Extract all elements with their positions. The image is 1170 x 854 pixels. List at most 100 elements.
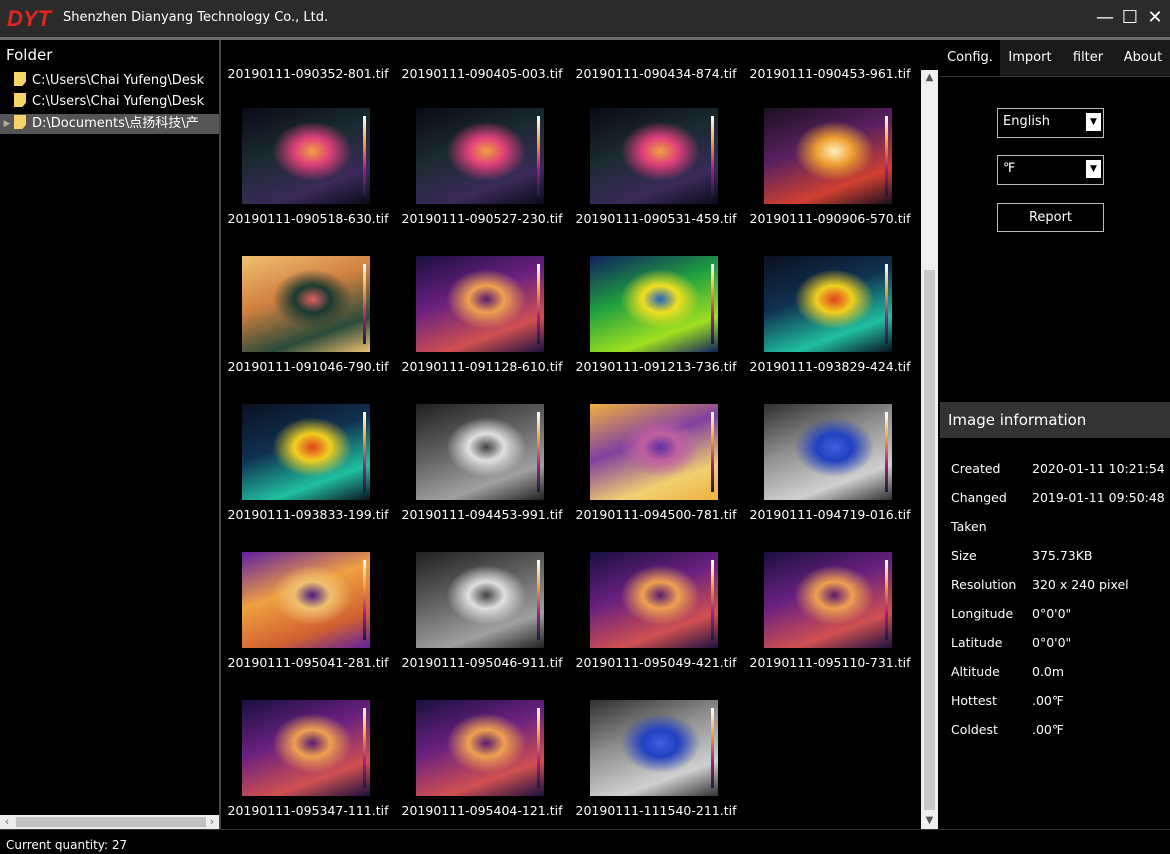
info-key: Coldest bbox=[951, 722, 998, 737]
title-bar: DYT Shenzhen Dianyang Technology Co., Lt… bbox=[0, 0, 1170, 37]
thumbnail-caption: 20190111-095110-731.tif bbox=[749, 655, 911, 670]
thermal-image-thumbnail[interactable] bbox=[242, 404, 370, 500]
thermal-image-thumbnail[interactable] bbox=[416, 404, 544, 500]
thermal-image-thumbnail[interactable] bbox=[590, 700, 718, 796]
thumbnail-caption: 20190111-091046-790.tif bbox=[227, 359, 389, 374]
thumbnail-item[interactable]: 20190111-093829-424.tif bbox=[743, 256, 917, 404]
scroll-left-icon[interactable]: ‹ bbox=[0, 815, 14, 829]
dropdown-arrow-icon[interactable]: ▼ bbox=[1086, 160, 1101, 178]
folder-tree-item[interactable]: C:\Users\Chai Yufeng\Desk bbox=[0, 71, 219, 91]
horizontal-scrollbar[interactable]: ‹ › bbox=[0, 815, 219, 829]
scrollbar-thumb[interactable] bbox=[924, 270, 935, 810]
tab-filter[interactable]: filter bbox=[1060, 40, 1116, 76]
thumbnail-caption: 20190111-091213-736.tif bbox=[575, 359, 737, 374]
thumbnail-item[interactable]: 20190111-095110-731.tif bbox=[743, 552, 917, 700]
thumbnail-item[interactable]: 20190111-093833-199.tif bbox=[221, 404, 395, 552]
thermal-image-thumbnail[interactable] bbox=[764, 108, 892, 204]
thumbnail-caption[interactable]: 20190111-090434-874.tif bbox=[569, 66, 743, 81]
thumbnail-caption: 20190111-111540-211.tif bbox=[575, 803, 737, 818]
thumbnail-item[interactable]: 20190111-091128-610.tif bbox=[395, 256, 569, 404]
thumbnail-caption: 20190111-094719-016.tif bbox=[749, 507, 911, 522]
expand-arrow-icon[interactable]: ▶ bbox=[0, 114, 14, 134]
close-icon[interactable]: ✕ bbox=[1144, 6, 1166, 30]
minimize-icon[interactable]: — bbox=[1094, 6, 1116, 30]
thumbnail-caption: 20190111-090531-459.tif bbox=[575, 211, 737, 226]
unit-value: ℉ bbox=[1003, 161, 1016, 176]
thumbnail-item[interactable]: 20190111-094500-781.tif bbox=[569, 404, 743, 552]
folder-tree-item-selected[interactable]: ▶ D:\Documents\点扬科技\产 bbox=[0, 114, 219, 134]
thermal-image-thumbnail[interactable] bbox=[416, 108, 544, 204]
thumbnail-item[interactable]: 20190111-094719-016.tif bbox=[743, 404, 917, 552]
language-select[interactable]: English ▼ bbox=[997, 108, 1104, 138]
thumbnail-item[interactable]: 20190111-090518-630.tif bbox=[221, 108, 395, 256]
thermal-image-thumbnail[interactable] bbox=[416, 256, 544, 352]
thermal-image-thumbnail[interactable] bbox=[764, 552, 892, 648]
thermal-image-thumbnail[interactable] bbox=[416, 552, 544, 648]
scrollbar-thumb[interactable] bbox=[16, 817, 206, 827]
thumbnail-item[interactable]: 20190111-095404-121.tif bbox=[395, 700, 569, 848]
folder-panel: Folder C:\Users\Chai Yufeng\Desk C:\User… bbox=[0, 40, 221, 829]
thumbnail-caption[interactable]: 20190111-090405-003.tif bbox=[395, 66, 569, 81]
folder-tree-item[interactable]: C:\Users\Chai Yufeng\Desk bbox=[0, 92, 219, 112]
temperature-scale-bar bbox=[363, 264, 366, 344]
thermal-image-thumbnail[interactable] bbox=[590, 404, 718, 500]
info-key: Size bbox=[951, 548, 977, 563]
thumbnail-item[interactable]: 20190111-095041-281.tif bbox=[221, 552, 395, 700]
tab-about[interactable]: About bbox=[1116, 40, 1170, 76]
folder-icon bbox=[14, 93, 26, 107]
tab-import[interactable]: Import bbox=[1000, 40, 1060, 76]
thumbnail-item[interactable]: 20190111-091213-736.tif bbox=[569, 256, 743, 404]
thermal-image-thumbnail[interactable] bbox=[242, 256, 370, 352]
thermal-image-thumbnail[interactable] bbox=[242, 700, 370, 796]
folder-path: C:\Users\Chai Yufeng\Desk bbox=[32, 94, 205, 109]
temperature-scale-bar bbox=[885, 412, 888, 492]
thumbnail-caption[interactable]: 20190111-090453-961.tif bbox=[743, 66, 917, 81]
scroll-up-icon[interactable]: ▲ bbox=[921, 70, 938, 86]
thumbnail-item[interactable]: 20190111-090531-459.tif bbox=[569, 108, 743, 256]
info-key: Hottest bbox=[951, 693, 997, 708]
thumbnail-caption: 20190111-091128-610.tif bbox=[401, 359, 563, 374]
unit-select[interactable]: ℉ ▼ bbox=[997, 155, 1104, 185]
tab-config[interactable]: Config. bbox=[940, 40, 1000, 76]
dropdown-arrow-icon[interactable]: ▼ bbox=[1086, 113, 1101, 131]
temperature-scale-bar bbox=[537, 708, 540, 788]
right-panel: Config. Import filter About English ▼ ℉ … bbox=[940, 40, 1170, 829]
thermal-image-thumbnail[interactable] bbox=[242, 552, 370, 648]
temperature-scale-bar bbox=[363, 560, 366, 640]
vertical-scrollbar[interactable]: ▲ ▼ bbox=[921, 70, 938, 829]
thermal-image-thumbnail[interactable] bbox=[242, 108, 370, 204]
folder-header: Folder bbox=[6, 46, 53, 64]
thumbnail-item[interactable]: 20190111-111540-211.tif bbox=[569, 700, 743, 848]
thermal-image-thumbnail[interactable] bbox=[590, 256, 718, 352]
thumbnail-caption[interactable]: 20190111-090352-801.tif bbox=[221, 66, 395, 81]
thermal-image-thumbnail[interactable] bbox=[416, 700, 544, 796]
info-value: 0.0m bbox=[1032, 664, 1065, 679]
temperature-scale-bar bbox=[537, 412, 540, 492]
info-key: Taken bbox=[951, 519, 987, 534]
scroll-down-icon[interactable]: ▼ bbox=[921, 813, 938, 829]
thermal-image-thumbnail[interactable] bbox=[764, 256, 892, 352]
thumbnail-item[interactable]: 20190111-095347-111.tif bbox=[221, 700, 395, 848]
thumbnail-item[interactable]: 20190111-095046-911.tif bbox=[395, 552, 569, 700]
info-value: 375.73KB bbox=[1032, 548, 1093, 563]
thumbnail-item[interactable]: 20190111-094453-991.tif bbox=[395, 404, 569, 552]
thumbnail-item[interactable]: 20190111-095049-421.tif bbox=[569, 552, 743, 700]
maximize-icon[interactable]: ☐ bbox=[1119, 6, 1141, 30]
info-value: 0°0'0" bbox=[1032, 635, 1072, 650]
thumbnail-item[interactable]: 20190111-090527-230.tif bbox=[395, 108, 569, 256]
temperature-scale-bar bbox=[885, 264, 888, 344]
thermal-image-thumbnail[interactable] bbox=[764, 404, 892, 500]
scroll-right-icon[interactable]: › bbox=[205, 815, 219, 829]
thermal-image-thumbnail[interactable] bbox=[590, 108, 718, 204]
thumbnail-item[interactable]: 20190111-091046-790.tif bbox=[221, 256, 395, 404]
company-logo: DYT bbox=[6, 7, 58, 29]
report-button[interactable]: Report bbox=[997, 203, 1104, 232]
thermal-image-thumbnail[interactable] bbox=[590, 552, 718, 648]
thumbnail-caption: 20190111-095347-111.tif bbox=[227, 803, 389, 818]
thumbnail-caption: 20190111-094453-991.tif bbox=[401, 507, 563, 522]
thumbnail-caption: 20190111-090906-570.tif bbox=[749, 211, 911, 226]
thumbnail-item[interactable]: 20190111-090906-570.tif bbox=[743, 108, 917, 256]
status-bar: Current quantity: 27 bbox=[0, 829, 1170, 854]
temperature-scale-bar bbox=[885, 116, 888, 196]
thumbnail-grid: 20190111-090352-801.tif 20190111-090405-… bbox=[221, 40, 919, 829]
